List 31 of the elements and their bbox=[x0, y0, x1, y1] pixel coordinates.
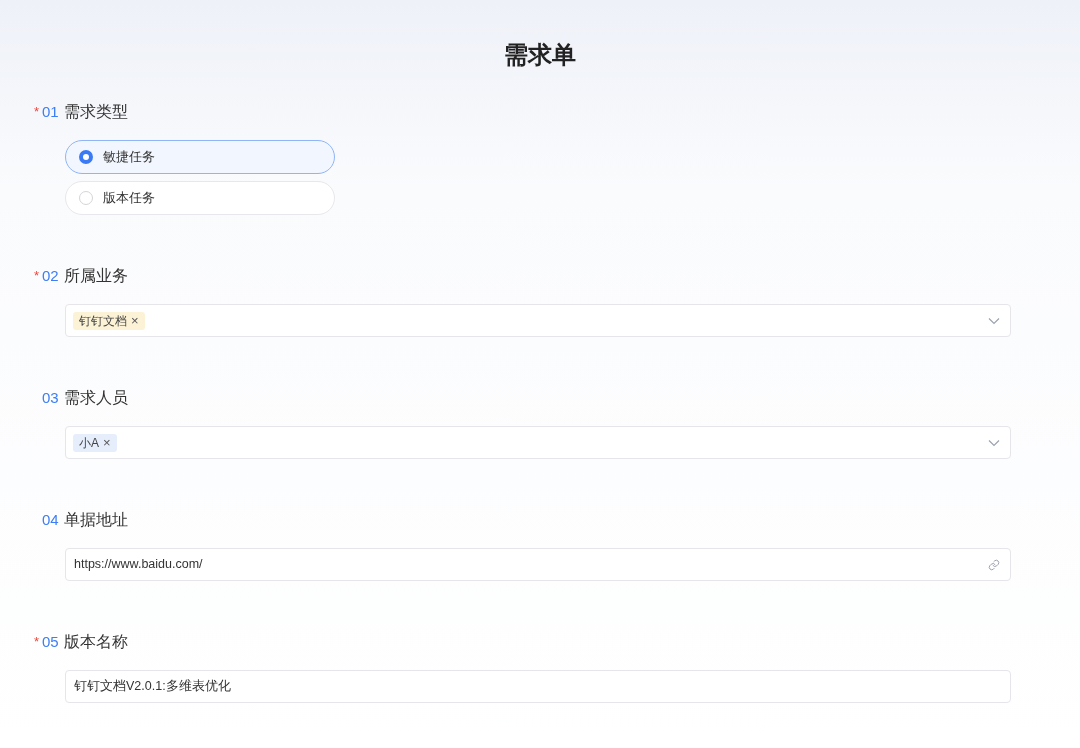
text-field[interactable]: 钉钉文档V2.0.1:多维表优化 bbox=[65, 670, 1011, 703]
question-number: 03 bbox=[42, 387, 59, 408]
field-value[interactable]: https://www.baidu.com/ bbox=[74, 555, 988, 574]
link-icon bbox=[988, 558, 1000, 571]
question-label: 需求类型 bbox=[63, 102, 128, 122]
question-label: 单据地址 bbox=[63, 510, 128, 530]
select-field[interactable]: 小A × bbox=[65, 426, 1011, 459]
question-label: 所属业务 bbox=[63, 266, 128, 286]
radio-icon bbox=[79, 191, 93, 205]
radio-option[interactable]: 敏捷任务 bbox=[65, 140, 335, 174]
question-number: 01 bbox=[42, 101, 59, 122]
chevron-down-icon bbox=[988, 316, 1000, 325]
radio-icon bbox=[79, 150, 93, 164]
chevron-down-icon bbox=[988, 438, 1000, 447]
required-mark: * bbox=[34, 633, 40, 652]
page-title: 需求单 bbox=[503, 40, 577, 70]
select-field[interactable]: 钉钉文档 × bbox=[65, 304, 1011, 337]
required-mark: * bbox=[34, 103, 40, 122]
radio-option[interactable]: 版本任务 bbox=[65, 181, 335, 215]
tag-label: 小A bbox=[79, 434, 99, 452]
question-label: 需求人员 bbox=[63, 388, 128, 408]
tag-remove-button[interactable]: × bbox=[103, 436, 111, 449]
text-field[interactable]: https://www.baidu.com/ bbox=[65, 548, 1011, 581]
question-label: 版本名称 bbox=[63, 632, 128, 652]
question-number: 05 bbox=[42, 631, 59, 652]
question-number: 02 bbox=[42, 265, 59, 286]
required-mark: * bbox=[34, 267, 40, 286]
tag-remove-button[interactable]: × bbox=[131, 314, 139, 327]
question-number: 04 bbox=[42, 509, 59, 530]
tag-label: 钉钉文档 bbox=[79, 312, 127, 330]
field-value[interactable]: 钉钉文档V2.0.1:多维表优化 bbox=[74, 677, 1000, 696]
